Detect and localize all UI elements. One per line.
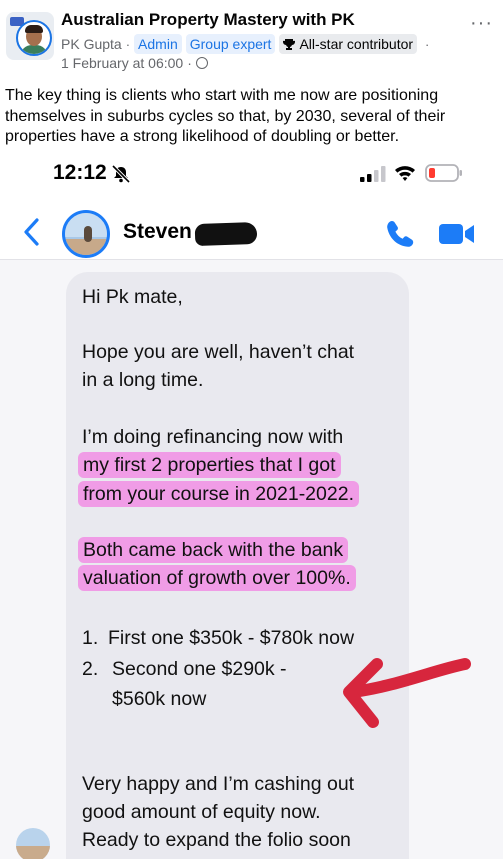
battery-icon (425, 164, 462, 182)
timestamp[interactable]: 1 February at 06:00 (61, 55, 183, 71)
redaction-mark (194, 221, 258, 247)
more-options-icon[interactable]: ··· (470, 12, 493, 35)
trophy-icon (283, 39, 296, 50)
wifi-icon (395, 166, 415, 181)
avatar-hair (25, 25, 43, 33)
highlighted-line: my first 2 properties that I got (78, 451, 341, 479)
chat-screenshot: 12:12 Steven Hi Pk mate, Hope you are we… (0, 152, 503, 859)
group-name[interactable]: Australian Property Mastery with PK (61, 10, 355, 30)
badge-all-star: All-star contributor (279, 34, 418, 54)
badge-group-expert: Group expert (185, 34, 276, 54)
avatar-sand (16, 846, 50, 859)
highlighted-line: from your course in 2021-2022. (78, 480, 359, 508)
back-chevron-icon[interactable] (22, 218, 40, 246)
author-row: PK Gupta · Admin Group expert All-star c… (61, 33, 433, 55)
list-item-text: $560k now (112, 688, 207, 710)
highlight-text: from your course in 2021-2022. (78, 481, 359, 507)
message-line: Hi Pk mate, (82, 286, 183, 308)
message-line: good amount of equity now. (82, 801, 321, 823)
separator-dot: · (187, 55, 192, 71)
contact-name[interactable]: Steven (123, 220, 192, 244)
author-avatar[interactable] (16, 20, 52, 56)
red-arrow-annotation (343, 658, 471, 728)
phone-icon[interactable] (386, 219, 416, 249)
status-time: 12:12 (53, 161, 107, 184)
audience-icon[interactable] (195, 57, 208, 69)
sender-avatar[interactable] (16, 828, 50, 859)
badge-admin: Admin (134, 34, 182, 54)
message-line: Ready to expand the folio soon (82, 829, 351, 851)
video-call-icon[interactable] (438, 220, 476, 248)
message-line: Very happy and I’m cashing out (82, 773, 355, 795)
timestamp-row: 1 February at 06:00 · (61, 55, 208, 71)
highlight-text: valuation of growth over 100%. (78, 565, 356, 591)
status-bar: 12:12 (0, 152, 503, 194)
message-line: I’m doing refinancing now with (82, 426, 344, 448)
highlight-text: my first 2 properties that I got (78, 452, 341, 478)
bell-off-icon (112, 165, 130, 183)
contact-avatar[interactable] (62, 210, 110, 258)
message-line: in a long time. (82, 369, 204, 391)
signal-icon (360, 166, 386, 182)
message-line: Hope you are well, haven’t chat (82, 341, 355, 363)
list-item-text: First one $350k - $780k now (108, 627, 355, 649)
badge-all-star-label: All-star contributor (299, 36, 414, 52)
trailing-dot: · (425, 36, 430, 52)
list-number: 1. (82, 627, 99, 649)
highlight-text: Both came back with the bank (78, 537, 349, 563)
chat-header: Steven (0, 202, 503, 266)
list-item-text: Second one $290k - (112, 658, 287, 680)
author-name[interactable]: PK Gupta (61, 36, 122, 52)
highlighted-line: valuation of growth over 100%. (78, 564, 356, 592)
list-number: 2. (82, 658, 99, 680)
post-text: The key thing is clients who start with … (5, 87, 446, 145)
avatar-person (84, 226, 92, 242)
separator-dot: · (125, 36, 131, 52)
highlighted-line: Both came back with the bank (78, 536, 349, 564)
post-header: Australian Property Mastery with PK ··· … (0, 0, 503, 80)
